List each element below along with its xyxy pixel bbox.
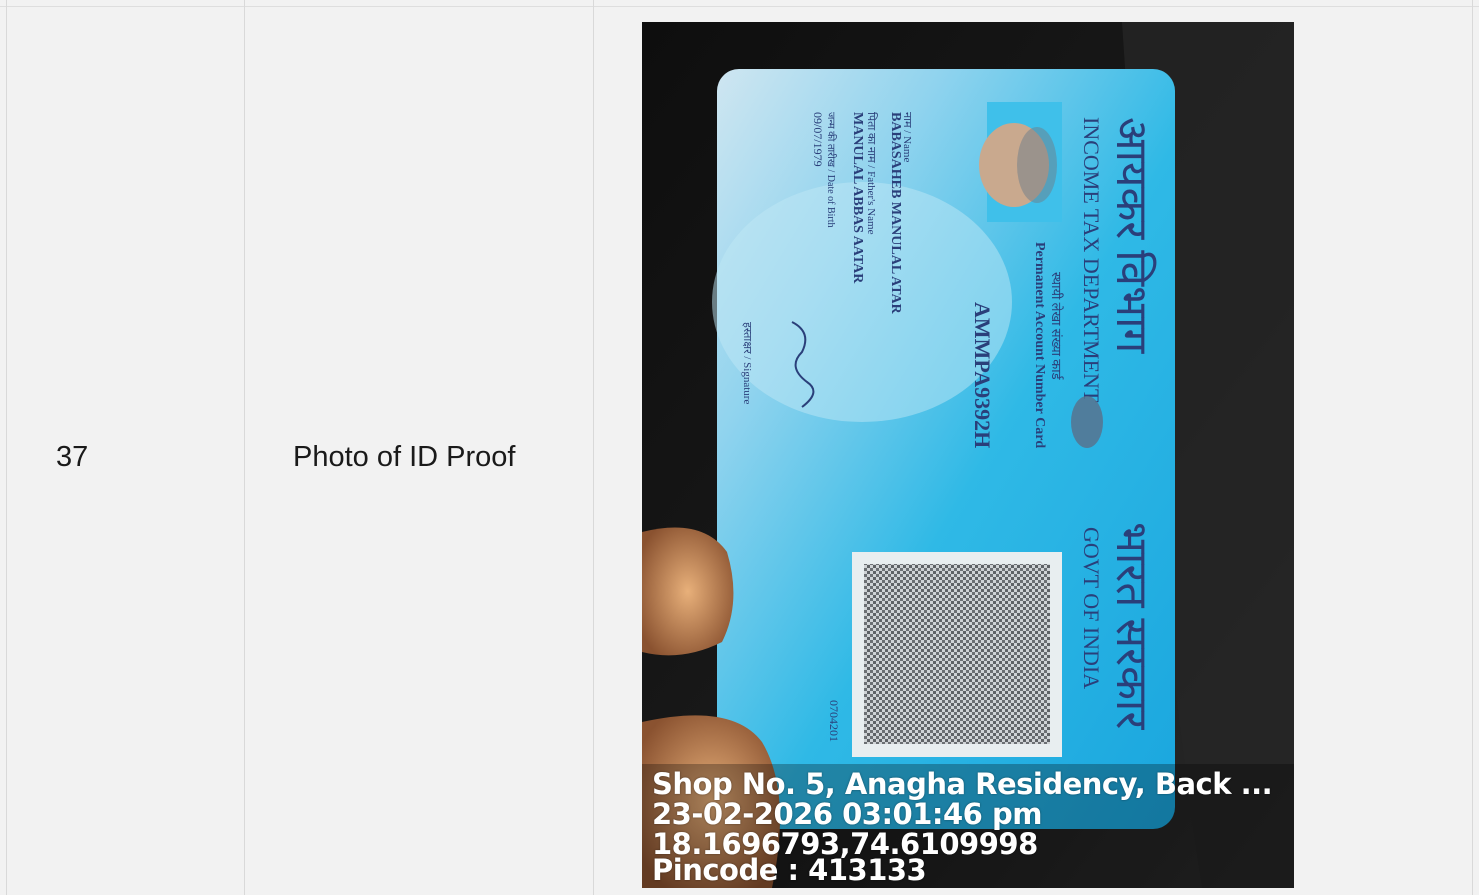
emblem-icon (1071, 396, 1103, 448)
geotag-overlay: Shop No. 5, Anagha Residency, Back ... 2… (642, 764, 1294, 888)
cardholder-name: BABASAHEB MANULAL ATAR (888, 112, 903, 315)
column-divider (593, 0, 594, 895)
finger (642, 527, 734, 656)
card-govt: GOVT OF INDIA (1079, 527, 1104, 689)
row-top-border (0, 0, 1479, 7)
serial-number-cell: 37 (56, 441, 89, 473)
geotag-address: Shop No. 5, Anagha Residency, Back ... (652, 767, 1273, 801)
svg-text:स्थायी लेखा संख्या कार्ड: स्थायी लेखा संख्या कार्ड (1049, 272, 1064, 381)
qr-code (864, 564, 1050, 744)
svg-text:पिता का नाम / Father's Name: पिता का नाम / Father's Name (865, 112, 878, 235)
field-label-cell: Photo of ID Proof (293, 441, 516, 473)
card-title: Permanent Account Number Card (1032, 242, 1047, 448)
table-row: 37 Photo of ID Proof आयकर विभाग भारत सरक… (0, 0, 1479, 895)
svg-text:हस्ताक्षर / Signature: हस्ताक्षर / Signature (741, 322, 753, 404)
svg-text:जन्म की तारीख / Date of Birth: जन्म की तारीख / Date of Birth (825, 112, 837, 228)
geotag-pincode: Pincode : 413133 (652, 853, 927, 887)
column-divider (244, 0, 245, 895)
geotag-datetime: 23-02-2026 03:01:46 pm (652, 797, 1042, 831)
pan-number: AMMPA9392H (970, 302, 995, 448)
column-divider (6, 0, 7, 895)
date-of-birth: 09/07/1979 (811, 112, 825, 167)
card-header-hindi-left: आयकर विभाग (1107, 117, 1157, 354)
svg-text:0704201: 0704201 (827, 700, 841, 742)
father-name: MANULAL ABBAS AATAR (850, 112, 865, 284)
column-divider (1472, 0, 1473, 895)
card-department: INCOME TAX DEPARTMENT (1079, 117, 1104, 403)
id-proof-photo[interactable]: आयकर विभाग भारत सरकार INCOME TAX DEPARTM… (642, 22, 1294, 888)
id-card-image: आयकर विभाग भारत सरकार INCOME TAX DEPARTM… (642, 22, 1294, 888)
card-header-hindi-right: भारत सरकार (1107, 522, 1156, 730)
